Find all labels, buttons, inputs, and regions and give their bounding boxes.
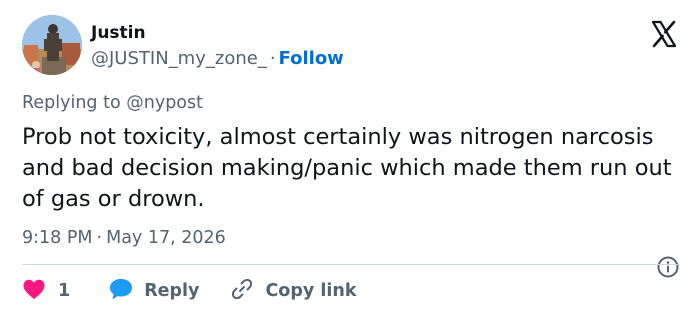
avatar[interactable] [22, 15, 82, 75]
reply-button[interactable]: Reply [108, 277, 199, 305]
link-icon [229, 276, 255, 306]
separator-dot: · [269, 48, 276, 69]
copy-link-label: Copy link [265, 281, 357, 301]
author-display-name[interactable]: Justin [91, 21, 344, 45]
reply-prefix: Replying to [22, 93, 121, 113]
reply-mention[interactable]: @nypost [126, 93, 203, 113]
action-bar: 1 Reply Copy link [22, 278, 356, 304]
tweet-time: 9:18 PM [22, 228, 93, 248]
like-count: 1 [58, 281, 71, 301]
follow-button[interactable]: Follow [279, 48, 344, 69]
reply-context: Replying to @nypost [22, 93, 203, 113]
author-meta: @JUSTIN_my_zone_ · Follow [91, 46, 344, 72]
tweet-timestamp[interactable]: 9:18 PM · May 17, 2026 [22, 228, 226, 248]
copy-link-button[interactable]: Copy link [229, 276, 356, 306]
reply-label: Reply [144, 281, 200, 301]
tweet-card: Justin @JUSTIN_my_zone_ · Follow Replying … [0, 0, 700, 318]
author-block: Justin @JUSTIN_my_zone_ · Follow [91, 21, 344, 72]
heart-icon [22, 278, 46, 304]
x-logo-icon[interactable] [650, 20, 678, 48]
divider [22, 264, 680, 265]
like-button[interactable]: 1 [22, 278, 70, 304]
author-handle[interactable]: @JUSTIN_my_zone_ [91, 48, 267, 69]
timestamp-separator: · [96, 228, 103, 248]
tweet-text: Prob not toxicity, almost certainly was … [22, 124, 672, 212]
tweet-date: May 17, 2026 [106, 228, 226, 248]
info-icon[interactable] [656, 255, 680, 279]
speech-bubble-icon [108, 277, 134, 305]
avatar-image [22, 15, 82, 75]
